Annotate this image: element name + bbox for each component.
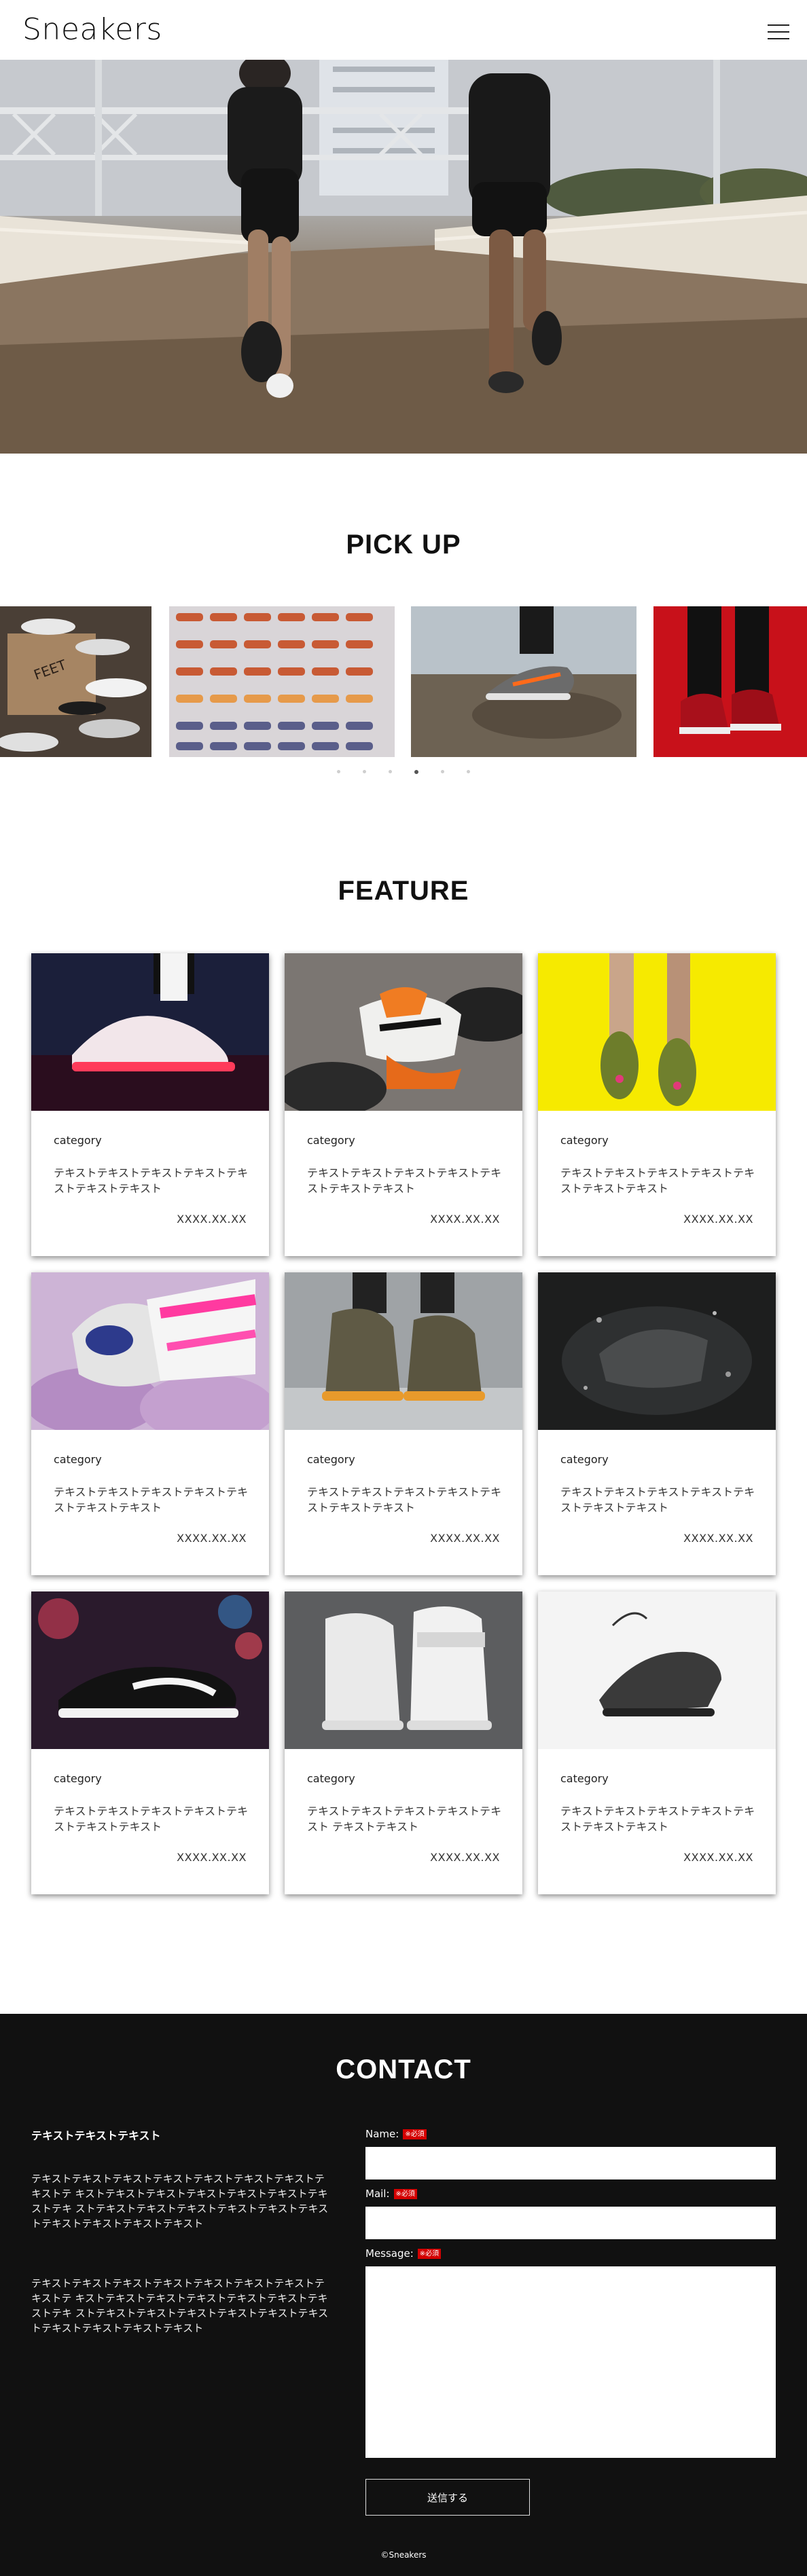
pickup-heading: PICK UP (346, 530, 461, 559)
card-category: category (307, 1772, 355, 1785)
feature-card[interactable]: category テキストテキストテキストテキストテキ ストテキストテキスト X… (31, 1591, 269, 1894)
card-photo (538, 1272, 776, 1430)
hamburger-icon-bar (768, 38, 789, 39)
name-label: Name: ※必須 (365, 2128, 427, 2140)
card-date: XXXX.XX.XX (430, 1532, 500, 1545)
card-photo (31, 1591, 269, 1749)
feature-card[interactable]: category テキストテキストテキストテキストテキ ストテキストテキスト X… (31, 953, 269, 1256)
hero-image (0, 60, 807, 454)
card-description: テキストテキストテキストテキストテキ ストテキストテキスト (560, 1166, 755, 1195)
hamburger-menu-button[interactable] (768, 23, 789, 41)
card-photo (31, 1272, 269, 1430)
card-description: テキストテキストテキストテキストテキ ストテキストテキスト (307, 1486, 502, 1514)
message-label: Message: ※必須 (365, 2247, 442, 2260)
pagination-dot-active[interactable] (414, 769, 419, 774)
feature-card[interactable]: category テキストテキストテキストテキストテキ ストテキストテキスト X… (538, 1591, 776, 1894)
card-category: category (307, 1134, 355, 1147)
feature-card[interactable]: category テキストテキストテキストテキストテキ ストテキストテキスト X… (538, 1272, 776, 1575)
card-date: XXXX.XX.XX (683, 1851, 753, 1864)
card-date: XXXX.XX.XX (177, 1851, 247, 1864)
required-badge: ※必須 (393, 2189, 417, 2199)
card-thumbnail (31, 1591, 269, 1749)
hamburger-icon (768, 24, 789, 26)
red-sneakers-photo (653, 606, 807, 757)
card-category: category (560, 1453, 609, 1466)
mail-label: Mail: ※必須 (365, 2188, 417, 2200)
submit-button[interactable]: 送信する (365, 2479, 530, 2516)
pagination-dot[interactable] (336, 770, 340, 773)
contact-paragraph: テキストテキストテキストテキストテキストテキストテキストテキストテ キストテキス… (31, 2173, 329, 2230)
card-description: テキストテキストテキストテキストテキ スト テキストテキスト (307, 1805, 502, 1833)
card-photo (285, 1591, 522, 1749)
required-badge: ※必須 (417, 2249, 442, 2259)
hamburger-icon-bar (768, 31, 789, 33)
name-label-text: Name: (365, 2128, 399, 2140)
card-category: category (560, 1772, 609, 1785)
card-photo (538, 1591, 776, 1749)
feature-card[interactable]: category テキストテキストテキストテキストテキ ストテキストテキスト X… (285, 953, 522, 1256)
feature-card[interactable]: category テキストテキストテキストテキストテキ ストテキストテキスト X… (31, 1272, 269, 1575)
card-category: category (54, 1453, 102, 1466)
pickup-pagination (0, 765, 807, 774)
card-date: XXXX.XX.XX (683, 1213, 753, 1226)
feature-card[interactable]: category テキストテキストテキストテキストテキ ストテキストテキスト X… (538, 953, 776, 1256)
card-photo (31, 953, 269, 1111)
pickup-slide[interactable]: FEET (0, 606, 151, 757)
pickup-slide[interactable] (169, 606, 395, 757)
mail-label-text: Mail: (365, 2188, 390, 2200)
required-badge: ※必須 (403, 2129, 427, 2139)
card-date: XXXX.XX.XX (683, 1532, 753, 1545)
hero-runners-photo (0, 60, 807, 454)
sneaker-on-rock-photo (411, 606, 636, 757)
message-label-text: Message: (365, 2247, 414, 2260)
site-header: Sneakers (0, 0, 807, 60)
pagination-dot[interactable] (362, 770, 366, 773)
card-description: テキストテキストテキストテキストテキ ストテキストテキスト (307, 1166, 502, 1195)
feature-heading: FEATURE (338, 876, 469, 906)
contact-lead: テキストテキストテキスト (31, 2129, 161, 2142)
pickup-slider[interactable]: FEET (0, 606, 807, 757)
card-description: テキストテキストテキストテキストテキ ストテキストテキスト (560, 1805, 755, 1833)
contact-paragraph: テキストテキストテキストテキストテキストテキストテキストテキストテ キストテキス… (31, 2277, 329, 2334)
card-description: テキストテキストテキストテキストテキ ストテキストテキスト (54, 1486, 249, 1514)
feature-card[interactable]: category テキストテキストテキストテキストテキ ストテキストテキスト X… (285, 1272, 522, 1575)
name-input[interactable] (365, 2147, 776, 2179)
site-logo[interactable]: Sneakers (22, 11, 162, 49)
pickup-slide[interactable] (411, 606, 636, 757)
card-thumbnail (538, 953, 776, 1111)
sneakers-shelf-photo: FEET (0, 606, 151, 757)
card-thumbnail (285, 1591, 522, 1749)
card-thumbnail (31, 1272, 269, 1430)
contact-section: CONTACT テキストテキストテキスト テキストテキストテキストテキストテキス… (0, 2014, 807, 2576)
feature-card[interactable]: category テキストテキストテキストテキストテキ スト テキストテキスト … (285, 1591, 522, 1894)
card-thumbnail (285, 953, 522, 1111)
card-thumbnail (285, 1272, 522, 1430)
card-category: category (54, 1772, 102, 1785)
card-category: category (560, 1134, 609, 1147)
pagination-dot[interactable] (441, 770, 445, 773)
card-date: XXXX.XX.XX (430, 1851, 500, 1864)
card-photo (285, 1272, 522, 1430)
contact-heading: CONTACT (336, 2055, 471, 2084)
card-photo (285, 953, 522, 1111)
copyright: ©Sneakers (380, 2550, 427, 2560)
message-textarea[interactable] (365, 2266, 776, 2458)
card-description: テキストテキストテキストテキストテキ ストテキストテキスト (54, 1805, 249, 1833)
pagination-dot[interactable] (388, 770, 392, 773)
card-description: テキストテキストテキストテキストテキ ストテキストテキスト (54, 1166, 249, 1195)
card-category: category (54, 1134, 102, 1147)
pickup-slide[interactable] (653, 606, 807, 757)
card-category: category (307, 1453, 355, 1466)
card-date: XXXX.XX.XX (430, 1213, 500, 1226)
card-date: XXXX.XX.XX (177, 1532, 247, 1545)
card-thumbnail (538, 1591, 776, 1749)
card-thumbnail (538, 1272, 776, 1430)
email-input[interactable] (365, 2207, 776, 2239)
pagination-dot[interactable] (467, 770, 471, 773)
card-photo (538, 953, 776, 1111)
card-description: テキストテキストテキストテキストテキ ストテキストテキスト (560, 1486, 755, 1514)
card-thumbnail (31, 953, 269, 1111)
card-date: XXXX.XX.XX (177, 1213, 247, 1226)
sneaker-rows-photo (169, 606, 395, 757)
